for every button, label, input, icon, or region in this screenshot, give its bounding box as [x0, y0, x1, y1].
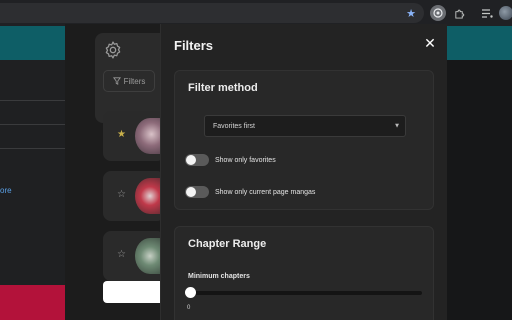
more-link[interactable]: ore [0, 186, 12, 195]
toggle-knob [186, 187, 196, 197]
popup-action-button[interactable] [103, 281, 161, 303]
funnel-icon [112, 77, 121, 85]
puzzle-icon[interactable] [451, 5, 467, 21]
screen: ★ ore Filters ★ ☆ ☆ Filters ✕ Filter met… [0, 0, 512, 320]
toggle-row[interactable]: Show only current page mangas [185, 186, 315, 198]
modal-title: Filters [174, 38, 214, 53]
section-title: Filter method [188, 82, 258, 94]
chapter-range-section: Chapter Range Minimum chapters 0 [174, 226, 434, 320]
close-icon[interactable]: ✕ [423, 37, 437, 51]
divider [0, 148, 65, 149]
filter-method-section: Filter method Favorites first ▼ Show onl… [174, 70, 434, 210]
min-chapters-slider-track[interactable] [190, 291, 422, 295]
gear-icon[interactable] [103, 40, 123, 60]
filter-method-select[interactable]: Favorites first ▼ [204, 115, 406, 137]
toggle-label: Show only current page mangas [215, 188, 316, 196]
toggle-row[interactable]: Show only favorites [185, 154, 276, 166]
chevron-down-icon: ▼ [395, 123, 399, 129]
divider [0, 124, 65, 125]
favorite-star-icon[interactable]: ★ [117, 130, 126, 140]
menu-lines [481, 8, 493, 18]
section-title: Chapter Range [188, 238, 267, 250]
browser-toolbar: ★ [0, 0, 512, 26]
min-chapters-value: 0 [187, 305, 191, 311]
filters-button[interactable]: Filters [103, 70, 155, 92]
media-menu-icon[interactable] [479, 5, 495, 21]
favorites-only-toggle[interactable] [185, 154, 209, 166]
favorite-star-outline-icon[interactable]: ☆ [117, 250, 126, 260]
current-page-toggle[interactable] [185, 186, 209, 198]
manga-card[interactable]: ★ [103, 111, 165, 161]
filters-button-label: Filters [123, 76, 146, 86]
manga-card[interactable]: ☆ [103, 231, 165, 281]
avatar[interactable] [499, 6, 512, 20]
extension-active-icon[interactable] [430, 5, 446, 21]
puzzle-shape [454, 9, 464, 19]
filters-modal: Filters ✕ Filter method Favorites first … [160, 24, 447, 320]
toggle-knob [186, 155, 196, 165]
divider [0, 100, 65, 101]
manga-extension-icon [433, 8, 443, 18]
min-chapters-slider-handle[interactable] [185, 287, 196, 298]
toggle-label: Show only favorites [215, 156, 276, 164]
favorite-star-outline-icon[interactable]: ☆ [117, 190, 126, 200]
manga-card[interactable]: ☆ [103, 171, 165, 221]
select-value: Favorites first [213, 122, 256, 130]
address-bar[interactable] [0, 3, 424, 23]
min-chapters-label: Minimum chapters [188, 273, 250, 280]
bookmark-star-icon[interactable]: ★ [403, 5, 419, 21]
